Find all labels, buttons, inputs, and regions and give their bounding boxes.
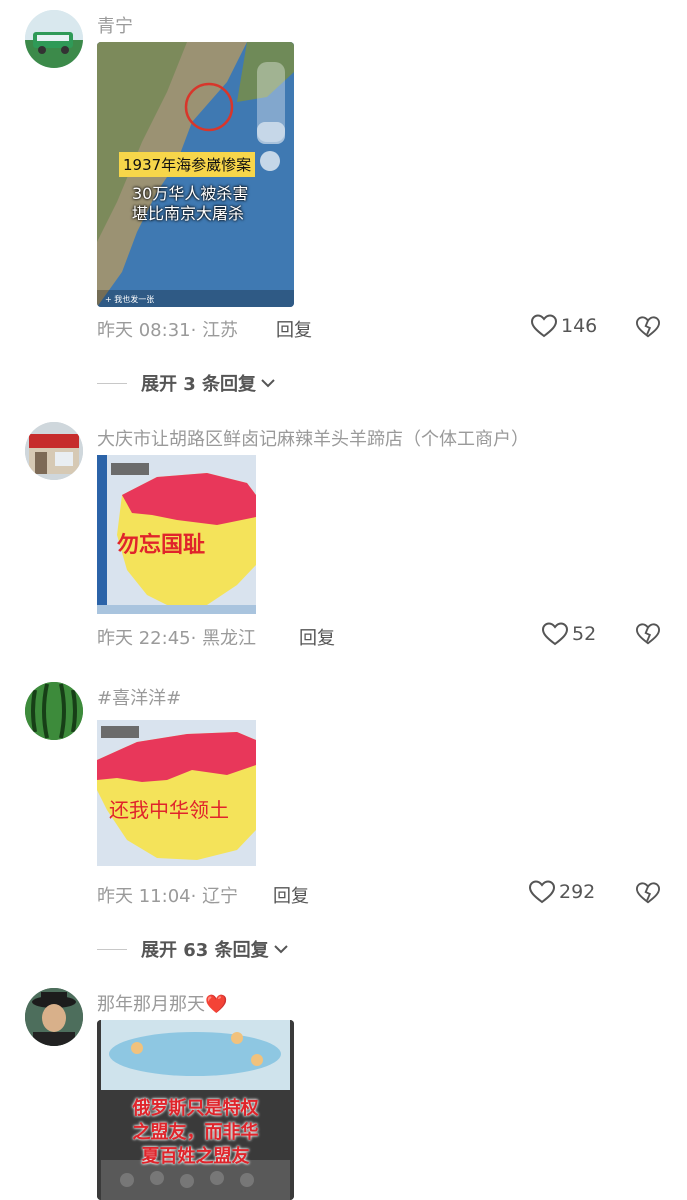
comment-time: 昨天 08:31 xyxy=(97,320,191,341)
comment-image[interactable]: 俄罗斯只是特权 之盟友，而非华 夏百姓之盟友 xyxy=(97,1020,294,1200)
expand-replies-label: 展开 3 条回复 xyxy=(141,374,257,395)
image-caption-line: 夏百姓之盟友 xyxy=(141,1146,250,1167)
comment-location: 黑龙江 xyxy=(202,628,257,649)
comment-location: 江苏 xyxy=(202,320,239,341)
map-caption: 还我中华领土 xyxy=(109,798,229,822)
heart-icon xyxy=(531,314,557,338)
heart-icon xyxy=(542,622,568,646)
avatar[interactable] xyxy=(25,682,83,740)
broken-heart-icon[interactable] xyxy=(636,881,660,905)
divider-line xyxy=(97,382,127,384)
comment-meta: 昨天 22:45· 黑龙江 xyxy=(97,628,257,649)
image-footer[interactable]: + 我也发一张 xyxy=(105,294,154,305)
like-button[interactable]: 52 xyxy=(542,622,596,646)
username[interactable]: 青宁 xyxy=(97,12,133,38)
broken-heart-icon[interactable] xyxy=(636,315,660,339)
image-banner: 1937年海参崴惨案 xyxy=(119,152,256,177)
divider-line xyxy=(97,948,127,950)
chevron-down-icon xyxy=(261,379,275,388)
like-count: 52 xyxy=(572,623,597,645)
image-caption-line: 堪比南京大屠杀 xyxy=(132,204,245,223)
username-text: 那年那月那天 xyxy=(97,994,205,1015)
map-image xyxy=(97,720,256,866)
avatar-image xyxy=(25,422,83,480)
username[interactable]: #喜洋洋# xyxy=(97,684,181,710)
comment-location: 辽宁 xyxy=(202,886,239,907)
heart-icon xyxy=(529,880,555,904)
chevron-down-icon xyxy=(273,945,288,954)
avatar[interactable] xyxy=(25,988,83,1046)
image-caption-line: 俄罗斯只是特权 xyxy=(132,1098,259,1119)
avatar[interactable] xyxy=(25,422,83,480)
username[interactable]: 大庆市让胡路区鲜卤记麻辣羊头羊蹄店（个体工商户） xyxy=(97,425,529,451)
reply-button[interactable]: 回复 xyxy=(276,316,312,342)
comment-time: 昨天 11:04 xyxy=(97,886,191,907)
like-button[interactable]: 292 xyxy=(529,880,595,904)
comment-meta: 昨天 11:04· 辽宁 xyxy=(97,886,239,907)
avatar[interactable] xyxy=(25,10,83,68)
avatar-image xyxy=(25,988,83,1046)
broken-heart-icon[interactable] xyxy=(636,622,660,646)
comment-time: 昨天 22:45 xyxy=(97,628,191,649)
watermelon-avatar xyxy=(25,682,83,740)
expand-replies-label: 展开 63 条回复 xyxy=(141,940,269,961)
username[interactable]: 那年那月那天❤️ xyxy=(97,990,227,1016)
map-caption: 勿忘国耻 xyxy=(117,533,206,558)
reply-button[interactable]: 回复 xyxy=(273,882,309,908)
image-caption-line: 之盟友，而非华 xyxy=(132,1122,259,1143)
expand-replies-button[interactable]: 展开 63 条回复 xyxy=(97,936,289,962)
comment-meta: 昨天 08:31· 江苏 xyxy=(97,320,239,341)
like-count: 292 xyxy=(559,881,596,903)
heart-emoji: ❤️ xyxy=(205,994,228,1015)
avatar-image xyxy=(25,10,83,68)
like-button[interactable]: 146 xyxy=(531,314,597,338)
comment-image[interactable]: 1937年海参崴惨案 30万华人被杀害 堪比南京大屠杀 + 我也发一张 xyxy=(97,42,294,307)
expand-replies-button[interactable]: 展开 3 条回复 xyxy=(97,370,276,396)
reply-button[interactable]: 回复 xyxy=(299,624,335,650)
comment-image[interactable]: 勿忘国耻 xyxy=(97,455,256,614)
comment-image[interactable]: 还我中华领土 xyxy=(97,720,256,866)
like-count: 146 xyxy=(561,315,598,337)
